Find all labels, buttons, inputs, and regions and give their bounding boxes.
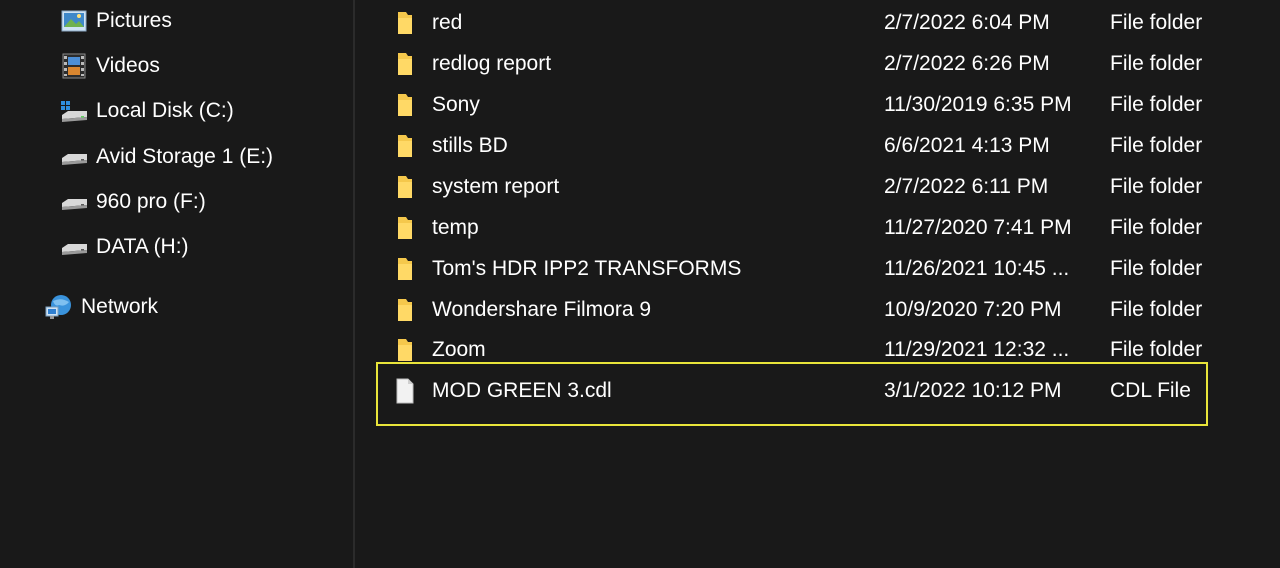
list-item[interactable]: Wondershare Filmora 9 10/9/2020 7:20 PM …: [387, 290, 1247, 330]
file-type: File folder: [1110, 52, 1203, 75]
videos-icon: [60, 52, 88, 80]
list-item[interactable]: Tom's HDR IPP2 TRANSFORMS 11/26/2021 10:…: [387, 249, 1247, 289]
nav-item-label: Pictures: [96, 9, 172, 32]
file-name: redlog report: [432, 52, 552, 75]
folder-icon: [395, 256, 421, 282]
file-type: File folder: [1110, 93, 1203, 116]
list-item[interactable]: Zoom 11/29/2021 12:32 ... File folder: [387, 330, 1247, 370]
list-item[interactable]: temp 11/27/2020 7:41 PM File folder: [387, 208, 1247, 248]
file-type: File folder: [1110, 11, 1203, 34]
file-date: 11/27/2020 7:41 PM: [884, 216, 1072, 239]
list-item[interactable]: red 2/7/2022 6:04 PM File folder: [387, 3, 1247, 43]
nav-item-network[interactable]: Network: [45, 288, 158, 326]
nav-item-label: 960 pro (F:): [96, 190, 206, 213]
file-name: red: [432, 11, 463, 34]
nav-item-label: Local Disk (C:): [96, 99, 234, 122]
folder-icon: [395, 92, 421, 118]
file-type: File folder: [1110, 298, 1203, 321]
nav-item-avid-storage[interactable]: Avid Storage 1 (E:): [60, 138, 273, 176]
folder-icon: [395, 174, 421, 200]
file-date: 10/9/2020 7:20 PM: [884, 298, 1062, 321]
local-disk-icon: [60, 97, 88, 125]
file-date: 2/7/2022 6:04 PM: [884, 11, 1050, 34]
nav-item-label: Videos: [96, 54, 160, 77]
list-item[interactable]: Sony 11/30/2019 6:35 PM File folder: [387, 85, 1247, 125]
list-item-selected-file[interactable]: MOD GREEN 3.cdl 3/1/2022 10:12 PM CDL Fi…: [387, 371, 1247, 411]
folder-icon: [395, 133, 421, 159]
file-date: 11/30/2019 6:35 PM: [884, 93, 1072, 116]
file-type: File folder: [1110, 216, 1203, 239]
file-date: 2/7/2022 6:11 PM: [884, 175, 1049, 198]
drive-icon: [60, 143, 88, 171]
nav-item-pictures[interactable]: Pictures: [60, 2, 172, 40]
file-type: File folder: [1110, 134, 1203, 157]
nav-item-label: Avid Storage 1 (E:): [96, 145, 274, 168]
file-name: Wondershare Filmora 9: [432, 298, 652, 321]
file-name: Sony: [432, 93, 480, 116]
file-explorer-window: Pictures Videos Local Disk (C:) Avid Sto…: [0, 0, 1280, 568]
folder-icon: [395, 10, 421, 36]
file-name: MOD GREEN 3.cdl: [432, 379, 612, 402]
file-date: 11/29/2021 12:32 ...: [884, 338, 1070, 361]
drive-icon: [60, 233, 88, 261]
folder-icon: [395, 51, 421, 77]
nav-item-local-disk[interactable]: Local Disk (C:): [60, 92, 234, 130]
nav-item-960-pro[interactable]: 960 pro (F:): [60, 183, 206, 221]
file-date: 11/26/2021 10:45 ...: [884, 257, 1070, 280]
folder-icon: [395, 297, 421, 323]
file-icon: [395, 378, 421, 404]
folder-icon: [395, 337, 421, 363]
file-name: stills BD: [432, 134, 508, 157]
file-name: system report: [432, 175, 560, 198]
file-name: temp: [432, 216, 479, 239]
file-name: Zoom: [432, 338, 486, 361]
file-date: 6/6/2021 4:13 PM: [884, 134, 1050, 157]
file-list-pane: red 2/7/2022 6:04 PM File folder redlog …: [355, 0, 1280, 568]
navigation-pane: Pictures Videos Local Disk (C:) Avid Sto…: [0, 0, 353, 568]
file-date: 2/7/2022 6:26 PM: [884, 52, 1050, 75]
pictures-icon: [60, 7, 88, 35]
network-icon: [45, 293, 73, 321]
nav-item-data[interactable]: DATA (H:): [60, 228, 189, 266]
nav-item-videos[interactable]: Videos: [60, 47, 160, 85]
file-type: File folder: [1110, 257, 1203, 280]
nav-item-label: DATA (H:): [96, 235, 189, 258]
list-item[interactable]: redlog report 2/7/2022 6:26 PM File fold…: [387, 44, 1247, 84]
file-type: File folder: [1110, 175, 1203, 198]
list-item[interactable]: stills BD 6/6/2021 4:13 PM File folder: [387, 126, 1247, 166]
file-type: File folder: [1110, 338, 1203, 361]
file-type: CDL File: [1110, 379, 1191, 402]
file-name: Tom's HDR IPP2 TRANSFORMS: [432, 257, 742, 280]
file-date: 3/1/2022 10:12 PM: [884, 379, 1062, 402]
folder-icon: [395, 215, 421, 241]
drive-icon: [60, 188, 88, 216]
nav-item-label: Network: [81, 295, 159, 318]
list-item[interactable]: system report 2/7/2022 6:11 PM File fold…: [387, 167, 1247, 207]
